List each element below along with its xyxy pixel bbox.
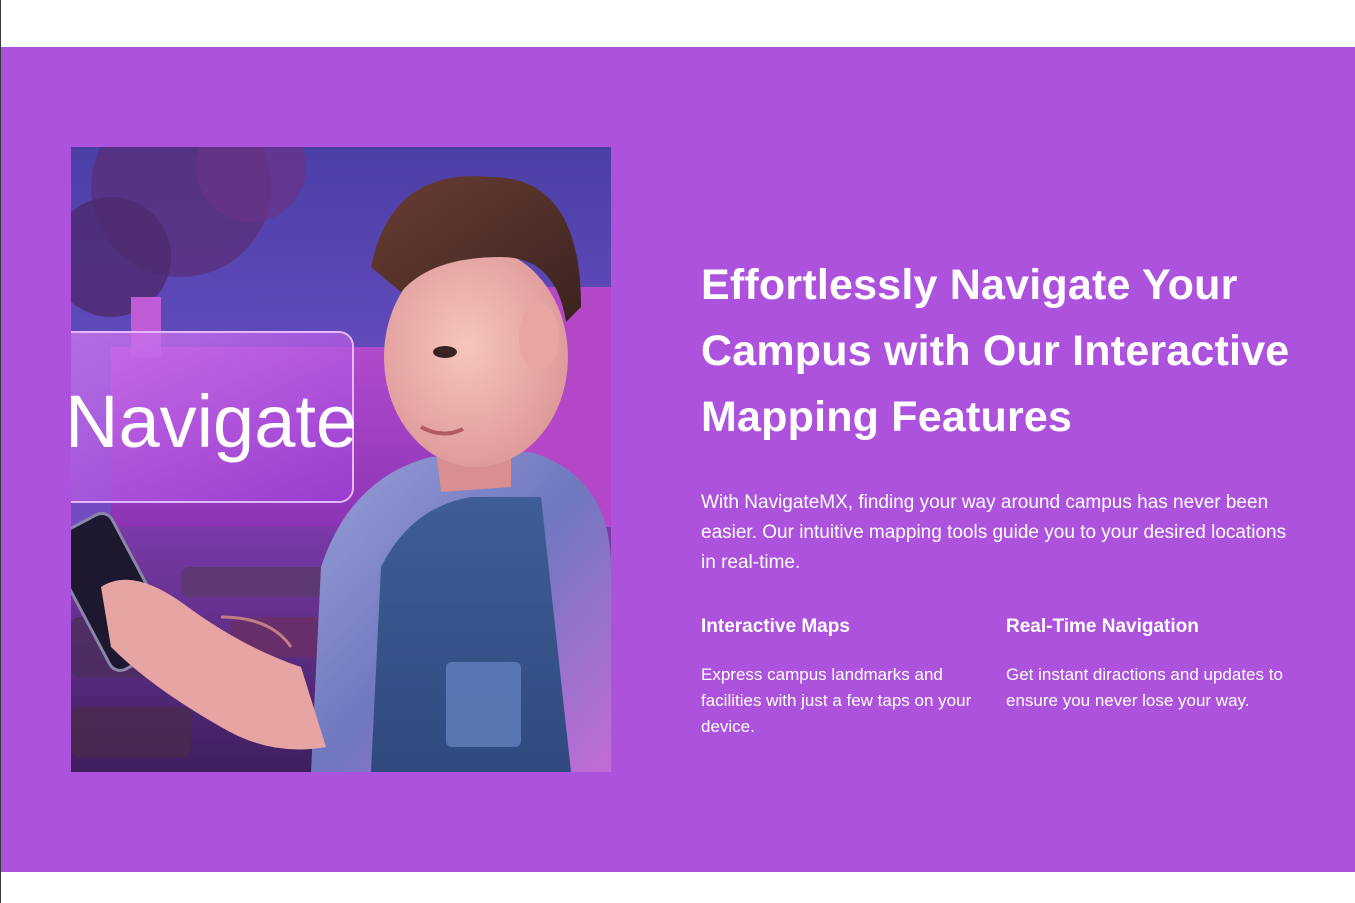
feature-real-time-navigation: Real-Time Navigation Get instant diracti… bbox=[1006, 614, 1286, 740]
features-section: Navigate Effortlessly Navigate Your Camp… bbox=[1, 47, 1355, 872]
feature-title: Interactive Maps bbox=[701, 616, 850, 637]
feature-interactive-maps: Interactive Maps Express campus landmark… bbox=[701, 614, 981, 740]
hero-illustration: Navigate bbox=[71, 147, 611, 772]
feature-description: Express campus landmarks and facilities … bbox=[701, 665, 972, 736]
content-column: Effortlessly Navigate Your Campus with O… bbox=[701, 252, 1301, 740]
hero-image-caption: Navigate bbox=[71, 380, 357, 463]
section-headline: Effortlessly Navigate Your Campus with O… bbox=[701, 261, 1290, 441]
intro-paragraph: With NavigateMX, finding your way around… bbox=[701, 492, 1287, 573]
feature-description: Get instant diractions and updates to en… bbox=[1006, 665, 1283, 710]
feature-title: Real-Time Navigation bbox=[1006, 616, 1199, 637]
feature-list: Interactive Maps Express campus landmark… bbox=[701, 614, 1301, 740]
